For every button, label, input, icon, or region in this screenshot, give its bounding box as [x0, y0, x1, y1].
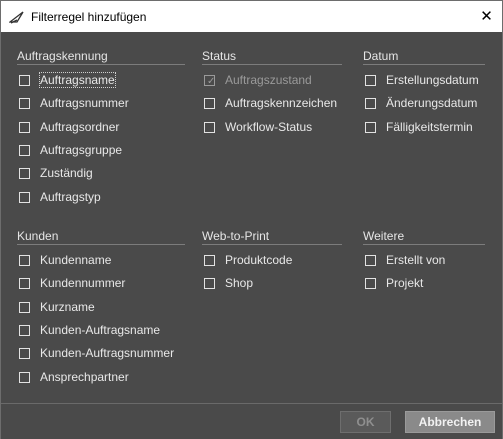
checkbox-produktcode[interactable]: Produktcode — [204, 252, 354, 272]
checkbox-box[interactable] — [365, 278, 376, 289]
checkbox-projekt[interactable]: Projekt — [365, 275, 503, 295]
checkbox-auftragsgruppe[interactable]: Auftragsgruppe — [19, 142, 169, 162]
checkbox-label: Fälligkeitstermin — [386, 120, 473, 134]
checkbox-ansprechpartner[interactable]: Ansprechpartner — [19, 369, 169, 389]
checkbox-auftragstyp[interactable]: Auftragstyp — [19, 189, 169, 209]
checkbox-label: Auftragsnummer — [40, 96, 129, 110]
checkbox-label: Änderungsdatum — [386, 96, 478, 110]
checkbox-kunden-auftragsname[interactable]: Kunden-Auftragsname — [19, 322, 169, 342]
filter-rule-icon — [9, 11, 24, 24]
checkbox-box: ✓ — [204, 75, 216, 87]
group-divider — [202, 244, 342, 245]
checkbox-kundenname[interactable]: Kundenname — [19, 252, 169, 272]
checkbox-label: Auftragsgruppe — [40, 143, 123, 157]
group-divider — [363, 244, 485, 245]
checkbox-label: Kunden-Auftragsname — [40, 323, 161, 337]
checkbox-box[interactable] — [204, 98, 215, 109]
checkbox-auftragszustand: ✓ Auftragszustand — [204, 72, 354, 92]
checkbox-label: Auftragstyp — [40, 190, 101, 204]
checkbox-workflow-status[interactable]: Workflow-Status — [204, 119, 354, 139]
checkbox-auftragsnummer[interactable]: Auftragsnummer — [19, 95, 169, 115]
dialog-footer: OK Abbrechen — [1, 403, 502, 439]
checkbox-erstellt-von[interactable]: Erstellt von — [365, 252, 503, 272]
checkbox-label: Produktcode — [225, 253, 293, 267]
checkbox-auftragskennzeichen[interactable]: Auftragskennzeichen — [204, 95, 354, 115]
checkbox-auftragsordner[interactable]: Auftragsordner — [19, 119, 169, 139]
checkbox-label: Auftragszustand — [225, 73, 312, 87]
checkbox-box[interactable] — [19, 122, 30, 133]
checkbox-label: Zuständig — [40, 166, 93, 180]
checkbox-label: Shop — [225, 276, 254, 290]
checkbox-box[interactable] — [365, 98, 376, 109]
group-divider — [17, 64, 185, 65]
checkbox-box[interactable] — [204, 255, 215, 266]
checkbox-kundennummer[interactable]: Kundennummer — [19, 275, 169, 295]
group-title-status: Status — [202, 49, 237, 63]
group-title-weitere: Weitere — [363, 229, 405, 243]
checkbox-box[interactable] — [19, 255, 30, 266]
checkbox-label: Auftragsordner — [40, 120, 120, 134]
checkbox-box[interactable] — [204, 122, 215, 133]
checkbox-box[interactable] — [19, 75, 30, 86]
window-title: Filterregel hinzufügen — [31, 10, 147, 24]
title-bar: Filterregel hinzufügen ✕ — [1, 1, 502, 32]
checkbox-box[interactable] — [19, 145, 30, 156]
checkbox-box[interactable] — [365, 75, 376, 86]
checkbox-erstellungsdatum[interactable]: Erstellungsdatum — [365, 72, 503, 92]
checkbox-box[interactable] — [19, 325, 30, 336]
checkbox-label: Projekt — [386, 276, 424, 290]
checkbox-auftragsname[interactable]: Auftragsname — [19, 72, 169, 92]
checkbox-box[interactable] — [365, 122, 376, 133]
checkbox-label: Ansprechpartner — [40, 370, 129, 384]
checkbox-box[interactable] — [19, 278, 30, 289]
cancel-button[interactable]: Abbrechen — [405, 411, 495, 433]
checkbox-label: Kundennummer — [40, 276, 126, 290]
group-divider — [202, 64, 342, 65]
checkbox-aenderungsdatum[interactable]: Änderungsdatum — [365, 95, 503, 115]
group-divider — [17, 244, 185, 245]
group-title-kunden: Kunden — [17, 229, 59, 243]
checkbox-label: Kunden-Auftragsnummer — [40, 346, 175, 360]
group-title-auftragskennung: Auftragskennung — [17, 49, 108, 63]
close-button[interactable]: ✕ — [471, 1, 502, 32]
group-divider — [363, 64, 485, 65]
group-title-datum: Datum — [363, 49, 399, 63]
checkbox-label: Erstellungsdatum — [386, 73, 479, 87]
ok-button[interactable]: OK — [340, 411, 391, 433]
group-title-web-to-print: Web-to-Print — [202, 229, 270, 243]
dialog-content: Auftragskennung Auftragsname Auftragsnumm… — [1, 32, 502, 402]
dialog-window: Filterregel hinzufügen ✕ Auftragskennung… — [0, 0, 503, 439]
checkbox-kurzname[interactable]: Kurzname — [19, 299, 169, 319]
checkbox-box[interactable] — [19, 192, 30, 203]
checkbox-label: Workflow-Status — [225, 120, 313, 134]
checkbox-label: Kundenname — [40, 253, 112, 267]
checkbox-box[interactable] — [19, 168, 30, 179]
checkbox-label: Kurzname — [40, 300, 95, 314]
checkbox-box[interactable] — [204, 278, 215, 289]
checkbox-box[interactable] — [19, 302, 30, 313]
checkbox-label: Erstellt von — [386, 253, 446, 267]
checkbox-zustaendig[interactable]: Zuständig — [19, 165, 169, 185]
checkbox-kunden-auftragsnummer[interactable]: Kunden-Auftragsnummer — [19, 345, 174, 365]
checkbox-box[interactable] — [365, 255, 376, 266]
checkbox-box[interactable] — [19, 98, 30, 109]
checkmark-icon: ✓ — [207, 76, 216, 87]
checkbox-box[interactable] — [19, 372, 30, 383]
checkbox-label: Auftragsname — [39, 72, 116, 88]
checkbox-shop[interactable]: Shop — [204, 275, 354, 295]
checkbox-label: Auftragskennzeichen — [225, 96, 338, 110]
checkbox-faelligkeitstermin[interactable]: Fälligkeitstermin — [365, 119, 503, 139]
checkbox-box[interactable] — [19, 348, 30, 359]
